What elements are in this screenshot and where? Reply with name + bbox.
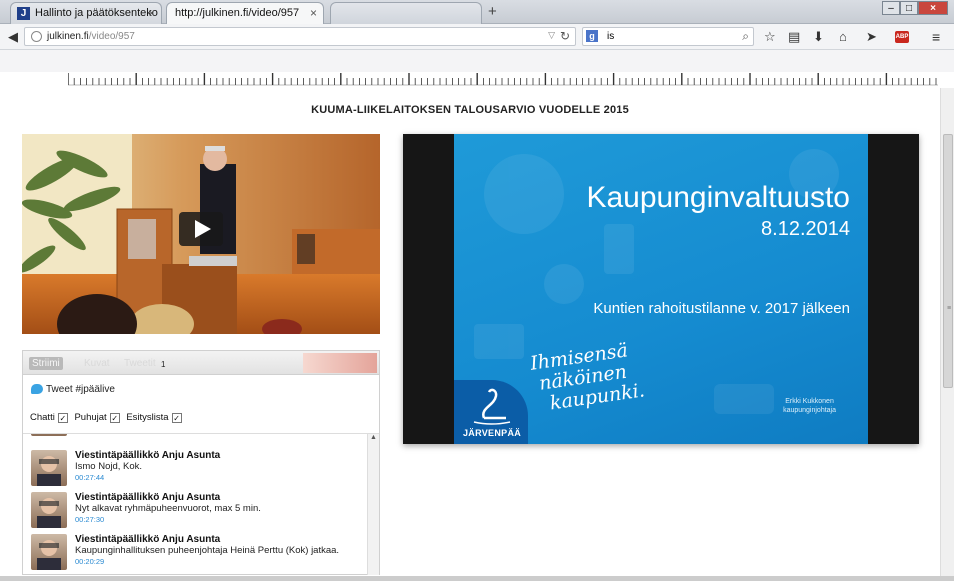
adblock-icon[interactable]: ABP — [895, 31, 909, 43]
avatar — [31, 450, 67, 486]
url-domain: julkinen.fi — [47, 31, 89, 42]
search-bar[interactable]: g is ⌕ — [582, 27, 754, 46]
list-item: Viestintäpäällikkö Anju Asunta Nyt alkav… — [31, 492, 361, 532]
tweet-button-label: Tweet #jpäälive — [46, 384, 115, 395]
feed-timestamp[interactable]: 00:27:44 — [75, 473, 104, 482]
feed-scrollbar[interactable]: ▲ — [367, 434, 379, 575]
person-avatar-icon — [37, 540, 61, 570]
browser-tab-1[interactable]: J Hallinto ja päätöksenteko -... × — [10, 2, 162, 24]
tab-images[interactable]: Kuvat — [81, 357, 113, 370]
browser-tab-3[interactable] — [330, 2, 482, 24]
back-arrow-icon[interactable]: ◀ — [8, 29, 18, 45]
home-icon[interactable]: ⌂ — [839, 29, 847, 44]
person-avatar-icon — [37, 456, 61, 486]
filter-label: Esityslista — [126, 412, 169, 423]
slide-title: Kaupunginvaltuusto — [586, 181, 850, 214]
status-strip — [0, 576, 954, 581]
filter-label: Chatti — [30, 412, 55, 423]
avatar — [31, 434, 67, 436]
tweet-count-badge: 1 — [161, 360, 166, 369]
video-player[interactable] — [22, 134, 380, 334]
presenter-info: Erkki Kukkonen kaupunginjohtaja — [783, 397, 836, 415]
send-icon[interactable]: ➤ — [866, 29, 877, 45]
minimize-button[interactable]: – — [882, 1, 900, 15]
maximize-button[interactable]: □ — [900, 1, 918, 15]
search-input[interactable]: is — [607, 31, 614, 42]
feed-timestamp[interactable]: 00:20:29 — [75, 557, 104, 566]
list-item: Viestintäpäällikkö Anju Asunta Kaupungin… — [31, 534, 361, 574]
scroll-up-icon[interactable]: ▲ — [370, 434, 377, 441]
feed-message: Kaupunginhallituksen puheenjohtaja Heinä… — [75, 545, 340, 556]
page-title: KUUMA-LIIKELAITOKSEN TALOUSARVIO VUODELL… — [311, 104, 629, 116]
bookmarks-list-icon[interactable]: ▤ — [788, 29, 800, 45]
feed-author: Viestintäpäällikkö Anju Asunta — [75, 492, 221, 503]
play-icon — [195, 220, 211, 238]
person-avatar-icon — [37, 498, 61, 528]
url-bar[interactable]: julkinen.fi/video/957 ▽ ↻ — [24, 27, 576, 46]
close-tab-icon[interactable]: × — [148, 6, 155, 20]
new-tab-button[interactable]: + — [488, 3, 497, 20]
tab-tweets[interactable]: Tweetit — [121, 357, 159, 370]
site-favicon-icon: J — [17, 7, 30, 20]
social-panel: Striimi Kuvat Tweetit 1 Tweet #jpäälive … — [22, 350, 380, 575]
slide-subtitle: Kuntien rahoitustilanne v. 2017 jälkeen — [593, 300, 850, 317]
page-header-strip — [0, 50, 954, 72]
page-scrollbar[interactable]: ≡ — [940, 88, 954, 581]
reload-icon[interactable]: ↻ — [560, 29, 570, 43]
url-path: /video/957 — [88, 31, 135, 42]
avatar — [31, 534, 67, 570]
tab-stream[interactable]: Striimi — [29, 357, 63, 370]
nav-bar: ◀ julkinen.fi/video/957 ▽ ↻ g is ⌕ ☆ ▤ ⬇… — [0, 24, 954, 50]
tab-label: http://julkinen.fi/video/957 — [175, 7, 300, 19]
list-item — [31, 434, 361, 440]
avatar — [31, 492, 67, 528]
presenter-role: kaupunginjohtaja — [783, 407, 836, 414]
feed-author: Viestintäpäällikkö Anju Asunta — [75, 534, 221, 545]
tab-label: Hallinto ja päätöksenteko -... — [35, 7, 162, 19]
download-icon[interactable]: ⬇ — [813, 29, 824, 45]
logo-text: JÄRVENPÄÄ — [463, 428, 522, 438]
social-tabs: Striimi Kuvat Tweetit 1 — [23, 351, 379, 375]
filter-checkbox-chat[interactable]: ✓ — [57, 413, 68, 423]
slide-content: Kaupunginvaltuusto 8.12.2014 Kuntien rah… — [454, 134, 868, 444]
twitter-bird-icon — [31, 384, 43, 394]
search-icon[interactable]: ⌕ — [742, 29, 749, 44]
play-button[interactable] — [179, 212, 223, 246]
presentation-slide: Kaupunginvaltuusto 8.12.2014 Kuntien rah… — [403, 134, 919, 444]
feed-timestamp[interactable]: 00:27:30 — [75, 515, 104, 524]
scrollbar-thumb[interactable]: ≡ — [943, 134, 953, 388]
filter-checkbox-agenda[interactable]: ✓ — [171, 413, 182, 423]
close-window-button[interactable]: × — [918, 1, 948, 15]
feed-message: Ismo Nojd, Kok. — [75, 461, 143, 472]
bookmark-star-icon[interactable]: ☆ — [764, 29, 776, 45]
feed-filters: Chatti ✓ Puhujat ✓ Esityslista ✓ — [30, 412, 186, 423]
feed-message: Nyt alkavat ryhmäpuheenvuorot, max 5 min… — [75, 503, 261, 514]
browser-tab-2[interactable]: http://julkinen.fi/video/957 × — [166, 2, 324, 24]
filter-label: Puhujat — [74, 412, 107, 423]
grip-icon: ≡ — [947, 305, 952, 312]
ad-banner[interactable] — [303, 353, 377, 373]
tweet-button[interactable]: Tweet #jpäälive — [30, 384, 115, 400]
presenter-name: Erkki Kukkonen — [785, 398, 834, 405]
close-tab-icon[interactable]: × — [310, 6, 317, 20]
feed-author: Viestintäpäällikkö Anju Asunta — [75, 450, 221, 461]
list-item: Viestintäpäällikkö Anju Asunta Ismo Nojd… — [31, 450, 361, 490]
swan-icon — [473, 388, 511, 425]
globe-icon — [31, 31, 42, 42]
video-timeline[interactable] — [68, 72, 938, 86]
slide-date: 8.12.2014 — [761, 218, 850, 240]
history-dropdown-icon[interactable]: ▽ — [548, 30, 555, 41]
filter-checkbox-speakers[interactable]: ✓ — [109, 413, 120, 423]
search-engine-icon[interactable]: g — [586, 30, 598, 42]
feed-list[interactable]: Viestintäpäällikkö Anju Asunta Ismo Nojd… — [23, 433, 379, 575]
tab-bar: J Hallinto ja päätöksenteko -... × http:… — [0, 0, 954, 24]
menu-icon[interactable]: ≡ — [932, 29, 940, 45]
city-logo: JÄRVENPÄÄ — [454, 380, 528, 444]
